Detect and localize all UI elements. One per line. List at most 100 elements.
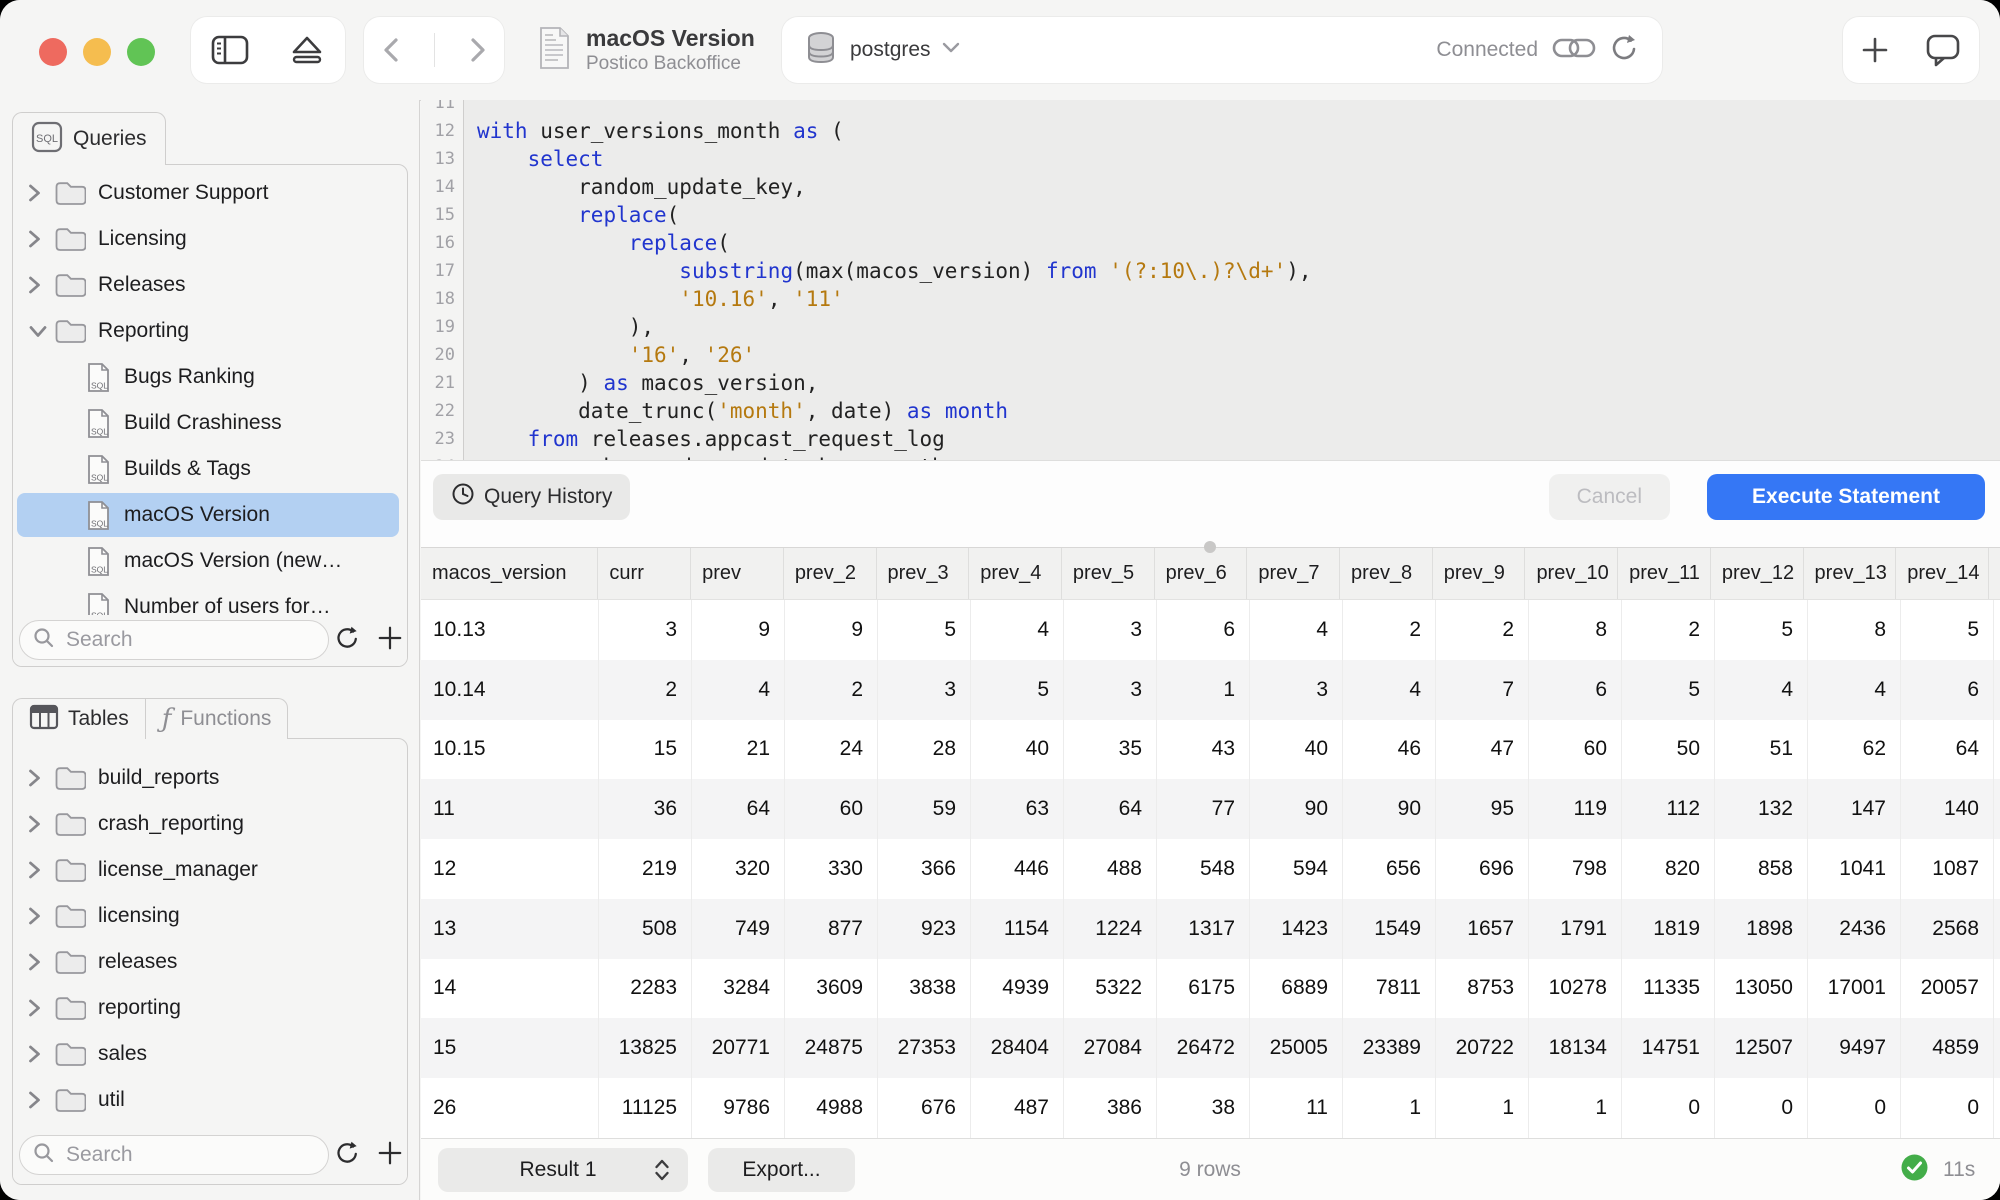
column-header-prev_10[interactable]: prev_10	[1525, 548, 1618, 599]
chevron-right-icon[interactable]	[28, 768, 41, 793]
cell-prev_14[interactable]: 2568	[1901, 899, 1994, 959]
cell-prev_7[interactable]: 594	[1250, 839, 1343, 899]
cell-prev_11[interactable]: 1819	[1622, 899, 1715, 959]
cell-prev_13[interactable]: 62	[1808, 720, 1901, 780]
cell-macos_version[interactable]: 13	[421, 899, 599, 959]
cell-prev_6[interactable]: 38	[1157, 1078, 1250, 1138]
cell-prev_9[interactable]: 7	[1436, 660, 1529, 720]
tree-item-4[interactable]: SQLBugs Ranking	[12, 354, 408, 400]
code-line-17[interactable]: 17 substring(max(macos_version) from '(?…	[421, 257, 2000, 285]
column-header-prev_5[interactable]: prev_5	[1062, 548, 1155, 599]
tree-folder-4[interactable]: releases	[12, 939, 408, 985]
cell-prev_12[interactable]: 5	[1715, 600, 1808, 660]
plus-icon[interactable]	[1861, 36, 1889, 64]
tables-search-field[interactable]	[19, 1135, 329, 1175]
tree-folder-5[interactable]: reporting	[12, 985, 408, 1031]
cell-prev_14[interactable]: 6	[1901, 660, 1994, 720]
cell-prev[interactable]: 9786	[692, 1078, 785, 1138]
cell-prev_10[interactable]: 798	[1529, 839, 1622, 899]
cell-prev_6[interactable]: 77	[1157, 779, 1250, 839]
cell-prev_8[interactable]: 4	[1343, 660, 1436, 720]
cell-prev[interactable]: 3284	[692, 959, 785, 1019]
code-line-24[interactable]: 24 group by random_update_key, month	[421, 453, 2000, 460]
cell-prev_9[interactable]: 8753	[1436, 959, 1529, 1019]
add-table-icon[interactable]	[377, 1140, 403, 1171]
cell-prev[interactable]: 21	[692, 720, 785, 780]
eject-icon[interactable]	[289, 34, 325, 66]
cell-prev_13[interactable]: 8	[1808, 600, 1901, 660]
chevron-right-icon[interactable]	[28, 1044, 41, 1069]
cell-prev_8[interactable]: 1	[1343, 1078, 1436, 1138]
tree-folder-7[interactable]: util	[12, 1077, 408, 1123]
tree-item-8[interactable]: SQLmacOS Version (new…	[12, 538, 408, 584]
refresh-icon[interactable]	[1610, 32, 1640, 69]
cell-prev_13[interactable]: 4	[1808, 660, 1901, 720]
cell-curr[interactable]: 11125	[599, 1078, 692, 1138]
forward-icon[interactable]	[464, 34, 490, 66]
cell-prev_10[interactable]: 1791	[1529, 899, 1622, 959]
chevron-right-icon[interactable]	[28, 275, 41, 300]
cell-prev_9[interactable]: 2	[1436, 600, 1529, 660]
column-header-prev_8[interactable]: prev_8	[1340, 548, 1433, 599]
cell-curr[interactable]: 13825	[599, 1018, 692, 1078]
cell-prev_4[interactable]: 487	[971, 1078, 1064, 1138]
sidebar-toggle-icon[interactable]	[211, 34, 249, 66]
cell-macos_version[interactable]: 14	[421, 959, 599, 1019]
cell-prev_12[interactable]: 12507	[1715, 1018, 1808, 1078]
cell-prev_7[interactable]: 3	[1250, 660, 1343, 720]
cell-prev_12[interactable]: 858	[1715, 839, 1808, 899]
cell-prev_9[interactable]: 47	[1436, 720, 1529, 780]
queries-search-input[interactable]	[64, 627, 288, 653]
tree-folder-1[interactable]: Licensing	[12, 216, 408, 262]
cell-prev_13[interactable]: 2436	[1808, 899, 1901, 959]
code-line-19[interactable]: 19 ),	[421, 313, 2000, 341]
cell-prev_3[interactable]: 923	[878, 899, 971, 959]
code-line-16[interactable]: 16 replace(	[421, 229, 2000, 257]
result-selector[interactable]: Result 1	[438, 1148, 688, 1192]
code-line-20[interactable]: 20 '16', '26'	[421, 341, 2000, 369]
cell-prev_3[interactable]: 3838	[878, 959, 971, 1019]
tree-folder-1[interactable]: crash_reporting	[12, 801, 408, 847]
splitter-handle[interactable]	[1204, 541, 1216, 553]
cell-prev_8[interactable]: 90	[1343, 779, 1436, 839]
cell-prev_9[interactable]: 20722	[1436, 1018, 1529, 1078]
cell-prev_6[interactable]: 1317	[1157, 899, 1250, 959]
refresh-icon[interactable]	[335, 624, 361, 657]
cell-prev_8[interactable]: 656	[1343, 839, 1436, 899]
code-line-11[interactable]: 11	[421, 100, 2000, 117]
cell-curr[interactable]: 36	[599, 779, 692, 839]
cell-prev_4[interactable]: 63	[971, 779, 1064, 839]
tree-folder-3[interactable]: Reporting	[12, 308, 408, 354]
cell-prev_11[interactable]: 2	[1622, 600, 1715, 660]
cell-prev_2[interactable]: 2	[785, 660, 878, 720]
chevron-right-icon[interactable]	[28, 814, 41, 839]
cell-prev_12[interactable]: 0	[1715, 1078, 1808, 1138]
tree-folder-0[interactable]: build_reports	[12, 755, 408, 801]
code-line-14[interactable]: 14 random_update_key,	[421, 173, 2000, 201]
chevron-right-icon[interactable]	[28, 229, 41, 254]
code-line-12[interactable]: 12with user_versions_month as (	[421, 117, 2000, 145]
cell-prev_3[interactable]: 59	[878, 779, 971, 839]
cell-prev_3[interactable]: 366	[878, 839, 971, 899]
cell-prev_10[interactable]: 119	[1529, 779, 1622, 839]
cell-prev_6[interactable]: 26472	[1157, 1018, 1250, 1078]
zoom-window-button[interactable]	[127, 38, 155, 66]
cell-prev_14[interactable]: 1087	[1901, 839, 1994, 899]
cell-prev_2[interactable]: 24875	[785, 1018, 878, 1078]
cell-prev_8[interactable]: 2	[1343, 600, 1436, 660]
cell-prev_2[interactable]: 330	[785, 839, 878, 899]
queries-search-field[interactable]	[19, 620, 329, 660]
cell-prev_6[interactable]: 6175	[1157, 959, 1250, 1019]
cell-prev_7[interactable]: 11	[1250, 1078, 1343, 1138]
cell-macos_version[interactable]: 15	[421, 1018, 599, 1078]
cell-prev_13[interactable]: 17001	[1808, 959, 1901, 1019]
chevron-right-icon[interactable]	[28, 1090, 41, 1115]
cell-prev_14[interactable]: 64	[1901, 720, 1994, 780]
cell-prev[interactable]: 64	[692, 779, 785, 839]
chevron-right-icon[interactable]	[28, 906, 41, 931]
cell-prev_6[interactable]: 6	[1157, 600, 1250, 660]
cell-macos_version[interactable]: 11	[421, 779, 599, 839]
tree-folder-6[interactable]: sales	[12, 1031, 408, 1077]
tree-folder-0[interactable]: Customer Support	[12, 170, 408, 216]
cell-curr[interactable]: 219	[599, 839, 692, 899]
